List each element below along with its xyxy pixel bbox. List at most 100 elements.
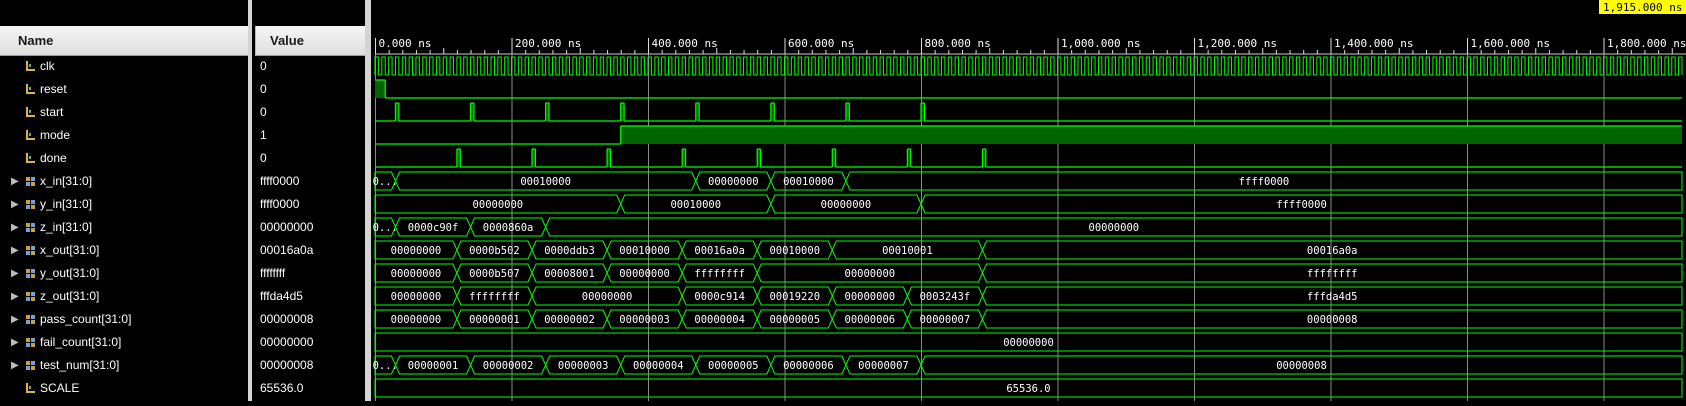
- bus-value-label: 00008001: [544, 268, 595, 280]
- bus-value-label: ffffffff: [1307, 268, 1358, 280]
- expand-chevron-icon[interactable]: ▶: [11, 331, 19, 354]
- ruler-tick-label: 1,200.000 ns: [1198, 37, 1277, 50]
- ruler-tick-label: 1,400.000 ns: [1334, 37, 1413, 50]
- bus-value-label: 00000007: [858, 360, 909, 372]
- bus-value-label: 00000000: [821, 199, 872, 211]
- bus-signal-icon: [26, 292, 35, 301]
- signal-value-row[interactable]: 1: [252, 124, 362, 147]
- bus-value-label: ffff0000: [1276, 199, 1327, 211]
- bus-value-label: 00000000: [619, 268, 670, 280]
- bus-value-label: 00000003: [558, 360, 609, 372]
- signal-row[interactable]: ▶ y_in[31:0]: [0, 193, 248, 216]
- bus-value-label: 00000000: [845, 268, 896, 280]
- bus-value-label: 00000000: [845, 291, 896, 303]
- signal-row[interactable]: reset: [0, 78, 248, 101]
- bus-value-label: 00000000: [473, 199, 524, 211]
- signal-name: mode: [40, 128, 71, 142]
- signal-value-row[interactable]: 0: [252, 101, 362, 124]
- signal-name: z_out[31:0]: [40, 289, 100, 303]
- signal-value-row[interactable]: 00000000: [252, 331, 362, 354]
- signal-value-row[interactable]: ffff0000: [252, 170, 362, 193]
- bus-value-label: 0000860a: [483, 222, 534, 234]
- bus-value-label: 00000000: [391, 245, 442, 257]
- expand-chevron-icon[interactable]: ▶: [11, 354, 19, 377]
- bus-value-label: 00000000: [391, 291, 442, 303]
- signal-name: clk: [40, 59, 55, 73]
- signal-name: x_out[31:0]: [40, 243, 100, 257]
- signal-value-row[interactable]: 00000000: [252, 216, 362, 239]
- bus-value-label: 00000000: [1089, 222, 1140, 234]
- signal-value-row[interactable]: 00016a0a: [252, 239, 362, 262]
- signal-name: y_out[31:0]: [40, 266, 100, 280]
- bus-value-label: 00000002: [483, 360, 534, 372]
- bus-signal-icon: [26, 223, 35, 232]
- bus-value-label: 00010000: [769, 245, 820, 257]
- signal-value: fffda4d5: [260, 289, 303, 303]
- bus-value-label: 0000b502: [469, 245, 520, 257]
- expand-chevron-icon[interactable]: ▶: [11, 193, 19, 216]
- signal-row[interactable]: start: [0, 101, 248, 124]
- bus-value-label: 00000005: [769, 314, 820, 326]
- bus-value-label: 0000ddb3: [544, 245, 595, 257]
- bus-signal-icon: [26, 177, 35, 186]
- expand-chevron-icon[interactable]: ▶: [11, 239, 19, 262]
- bus-value-label: 00010000: [619, 245, 670, 257]
- signal-name-panel: Name clk reset start mode done ▶ x_in[31:0] ▶ y_…: [0, 0, 252, 401]
- signal-row[interactable]: ▶ z_in[31:0]: [0, 216, 248, 239]
- signal-value-row[interactable]: 00000008: [252, 354, 362, 377]
- bus-value-label: 0000c914: [694, 291, 745, 303]
- clock-waveform: [374, 56, 1683, 76]
- signal-value-row[interactable]: 0: [252, 55, 362, 78]
- bus-value-label: 0...: [373, 222, 398, 234]
- cursor-time-label: 1,915.000 ns: [1603, 1, 1682, 14]
- signal-row[interactable]: ▶ pass_count[31:0]: [0, 308, 248, 331]
- bus-value-label: 00016a0a: [1307, 245, 1358, 257]
- bus-value-label: 00000005: [708, 360, 759, 372]
- bit-signal-icon: [26, 84, 35, 94]
- signal-row[interactable]: mode: [0, 124, 248, 147]
- expand-chevron-icon[interactable]: ▶: [11, 285, 19, 308]
- signal-row[interactable]: done: [0, 147, 248, 170]
- bus-value-label: 00000000: [1003, 337, 1054, 349]
- bus-value-label: 00016a0a: [694, 245, 745, 257]
- signal-row[interactable]: clk: [0, 55, 248, 78]
- bus-value-label: 00010001: [882, 245, 933, 257]
- bus-signal-icon: [26, 361, 35, 370]
- signal-value-row[interactable]: 0: [252, 78, 362, 101]
- bit-signal-icon: [26, 107, 35, 117]
- signal-row[interactable]: ▶ x_in[31:0]: [0, 170, 248, 193]
- signal-value-row[interactable]: ffff0000: [252, 193, 362, 216]
- ruler-tick-label: 200.000 ns: [515, 37, 581, 50]
- signal-value: 00000000: [260, 335, 314, 349]
- bus-value-label: 00000000: [582, 291, 633, 303]
- bus-value-label: 00000002: [544, 314, 595, 326]
- waveform-panel[interactable]: 0.000 ns 200.000 ns 400.000 ns 600.000 ns 80…: [371, 0, 1686, 401]
- name-column-header[interactable]: Name: [0, 26, 248, 56]
- signal-row[interactable]: ▶ y_out[31:0]: [0, 262, 248, 285]
- signal-value: 00000008: [260, 312, 314, 326]
- bus-value-label: ffff0000: [1239, 176, 1290, 188]
- bus-value-label: 00010000: [670, 199, 721, 211]
- bus-signal-icon: [26, 315, 35, 324]
- signal-value-row[interactable]: fffda4d5: [252, 285, 362, 308]
- signal-row[interactable]: ▶ fail_count[31:0]: [0, 331, 248, 354]
- bus-value-label: 0000b507: [469, 268, 520, 280]
- bus-value-label: 0000c90f: [408, 222, 459, 234]
- signal-row[interactable]: SCALE: [0, 377, 248, 400]
- value-column-header[interactable]: Value: [255, 26, 365, 56]
- signal-value-row[interactable]: 65536.0: [252, 377, 362, 400]
- signal-row[interactable]: ▶ x_out[31:0]: [0, 239, 248, 262]
- expand-chevron-icon[interactable]: ▶: [11, 216, 19, 239]
- signal-row[interactable]: ▶ test_num[31:0]: [0, 354, 248, 377]
- signal-value-row[interactable]: 00000008: [252, 308, 362, 331]
- signal-name: done: [40, 151, 67, 165]
- signal-row[interactable]: ▶ z_out[31:0]: [0, 285, 248, 308]
- expand-chevron-icon[interactable]: ▶: [11, 170, 19, 193]
- expand-chevron-icon[interactable]: ▶: [11, 262, 19, 285]
- bus-value-label: 00000001: [408, 360, 459, 372]
- bus-signal-icon: [26, 338, 35, 347]
- expand-chevron-icon[interactable]: ▶: [11, 308, 19, 331]
- signal-value-row[interactable]: 0: [252, 147, 362, 170]
- signal-value-row[interactable]: ffffffff: [252, 262, 362, 285]
- waveform-canvas[interactable]: 0.000 ns 200.000 ns 400.000 ns 600.000 ns 80…: [371, 0, 1686, 401]
